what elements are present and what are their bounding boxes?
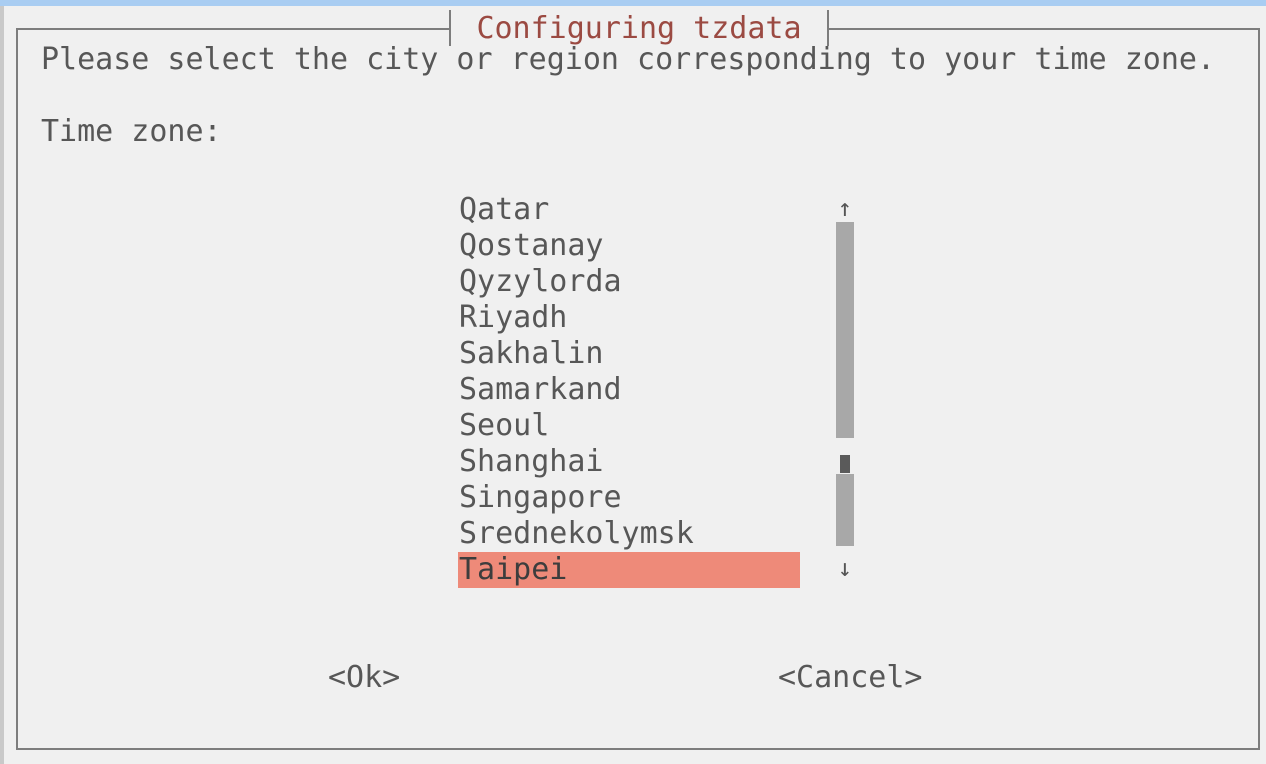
dialog-title: Configuring tzdata	[449, 10, 829, 46]
cancel-button[interactable]: <Cancel>	[778, 660, 923, 696]
ok-button[interactable]: <Ok>	[328, 660, 400, 696]
list-item-taipei-selected[interactable]: Taipei	[458, 552, 800, 588]
list-item-sakhalin[interactable]: Sakhalin	[458, 336, 800, 372]
list-item-shanghai[interactable]: Shanghai	[458, 444, 800, 480]
list-item-riyadh[interactable]: Riyadh	[458, 300, 800, 336]
scrollbar-track-lower[interactable]	[836, 474, 854, 546]
time-zone-list[interactable]: Qatar Qostanay Qyzylorda Riyadh Sakhalin…	[458, 192, 800, 588]
list-item-singapore[interactable]: Singapore	[458, 480, 800, 516]
list-item-qyzylorda[interactable]: Qyzylorda	[458, 264, 800, 300]
list-item-srednekolymsk[interactable]: Srednekolymsk	[458, 516, 800, 552]
scroll-down-arrow-icon[interactable]: ↓	[832, 550, 858, 586]
time-zone-label: Time zone:	[41, 114, 222, 149]
scrollbar-thumb[interactable]	[840, 455, 850, 473]
tzdata-dialog: Configuring tzdata Please select the cit…	[4, 6, 1266, 764]
list-item-seoul[interactable]: Seoul	[458, 408, 800, 444]
list-item-qatar[interactable]: Qatar	[458, 192, 800, 228]
dialog-prompt: Please select the city or region corresp…	[41, 42, 1215, 77]
scroll-up-arrow-icon[interactable]: ↑	[832, 190, 858, 226]
scrollbar-track-upper[interactable]	[836, 222, 854, 438]
list-item-qostanay[interactable]: Qostanay	[458, 228, 800, 264]
list-item-samarkand[interactable]: Samarkand	[458, 372, 800, 408]
